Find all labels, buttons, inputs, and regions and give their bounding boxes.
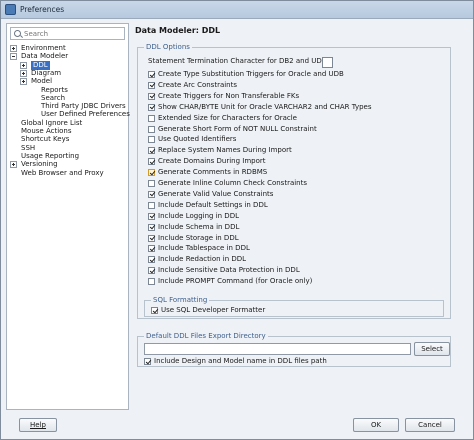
termination-char-row: Statement Termination Character for DB2 … xyxy=(148,57,333,68)
window-title: Preferences xyxy=(20,5,65,14)
sql-formatting-group: SQL Formatting Use SQL Developer Formatt… xyxy=(144,296,444,317)
ddl-option-label: Generate Short Form of NOT NULL Constrai… xyxy=(158,124,317,133)
ddl-option-label: Include Redaction in DDL xyxy=(158,255,247,264)
ddl-option-label: Include PROMPT Command (for Oracle only) xyxy=(158,277,313,286)
ddl-option-checkbox[interactable] xyxy=(148,245,155,253)
preferences-dialog: Preferences EnvironmentData ModelerDDLDi… xyxy=(0,0,474,440)
export-dir-input[interactable] xyxy=(144,343,411,355)
ddl-option-label: Include Logging in DDL xyxy=(158,211,239,220)
ddl-option-label: Include Schema in DDL xyxy=(158,222,240,231)
ddl-option-checkbox[interactable] xyxy=(148,125,155,133)
title-bar: Preferences xyxy=(1,1,473,19)
ddl-option-checkbox[interactable] xyxy=(148,212,155,220)
ddl-option-label: Create Arc Constraints xyxy=(158,80,238,89)
ok-button[interactable]: OK xyxy=(353,418,399,432)
ddl-option-checkbox[interactable] xyxy=(148,114,155,122)
expand-icon[interactable] xyxy=(20,78,27,86)
export-dir-group: Default DDL Files Export Directory Selec… xyxy=(137,332,451,367)
ddl-option-label: Create Domains During Import xyxy=(158,157,266,166)
termination-char-input[interactable] xyxy=(322,57,333,68)
ddl-option-label: Generate Inline Column Check Constraints xyxy=(158,179,308,187)
ddl-option-label: Extended Size for Characters for Oracle xyxy=(158,113,297,122)
page-title: Data Modeler: DDL xyxy=(135,26,221,35)
expand-icon[interactable] xyxy=(10,161,17,169)
ddl-option-checkbox[interactable] xyxy=(148,81,155,89)
ddl-option-checkbox[interactable] xyxy=(148,267,155,275)
ddl-option-checkbox[interactable] xyxy=(148,180,155,187)
ddl-option-label: Use Quoted Identifiers xyxy=(158,135,237,144)
ddl-option-checkbox[interactable] xyxy=(148,147,155,155)
ddl-option-checkbox[interactable] xyxy=(148,169,155,177)
ddl-option-label: Generate Comments in RDBMS xyxy=(158,168,268,177)
expand-icon[interactable] xyxy=(20,69,27,77)
ddl-options-group: DDL Options Statement Termination Charac… xyxy=(137,43,451,319)
tree-item-label: Web Browser and Proxy xyxy=(21,168,104,177)
expand-icon[interactable] xyxy=(20,61,27,69)
ddl-option-checkbox[interactable] xyxy=(148,92,155,100)
search-icon xyxy=(14,30,21,37)
include-design-model-label: Include Design and Model name in DDL fil… xyxy=(154,357,327,365)
ddl-option-checkbox[interactable] xyxy=(148,223,155,231)
ddl-option-checkbox[interactable] xyxy=(148,234,155,242)
expand-icon[interactable] xyxy=(10,45,17,52)
ddl-options-title: DDL Options xyxy=(144,43,192,52)
ddl-option-label: Replace System Names During Import xyxy=(158,146,292,155)
use-sql-dev-formatter-label: Use SQL Developer Formatter xyxy=(161,306,266,314)
ddl-option-label: Include Storage in DDL xyxy=(158,233,239,242)
help-label: Help xyxy=(30,421,46,429)
export-dir-title: Default DDL Files Export Directory xyxy=(144,332,268,341)
search-box[interactable] xyxy=(10,27,125,40)
search-input[interactable] xyxy=(24,28,122,39)
ddl-option-checkbox[interactable] xyxy=(148,201,155,209)
navigation-pane: EnvironmentData ModelerDDLDiagramModelRe… xyxy=(6,23,130,410)
ddl-option-label: Show CHAR/BYTE Unit for Oracle VARCHAR2 … xyxy=(158,102,372,111)
ddl-option-checkbox[interactable] xyxy=(148,190,155,198)
sql-formatting-title: SQL Formatting xyxy=(151,296,210,305)
ddl-option-checkbox[interactable] xyxy=(148,158,155,166)
ddl-option-label: Generate Valid Value Constraints xyxy=(158,189,274,198)
ddl-option-checkbox[interactable] xyxy=(148,136,155,144)
ddl-option-label: Create Triggers for Non Transferable FKs xyxy=(158,91,300,100)
ddl-option-checkbox[interactable] xyxy=(148,278,155,286)
ddl-option-label: Include Tablespace in DDL xyxy=(158,244,250,253)
ddl-option-checkbox[interactable] xyxy=(148,103,155,111)
app-icon xyxy=(5,4,16,15)
cancel-button[interactable]: Cancel xyxy=(405,418,455,432)
ddl-option-checkbox[interactable] xyxy=(148,256,155,264)
termination-char-label: Statement Termination Character for DB2 … xyxy=(148,57,329,65)
ddl-option-label: Include Default Settings in DDL xyxy=(158,200,268,209)
help-button[interactable]: Help xyxy=(19,418,57,432)
select-button[interactable]: Select xyxy=(414,342,450,356)
ddl-option-checkbox[interactable] xyxy=(148,71,155,78)
collapse-icon[interactable] xyxy=(10,53,17,61)
ddl-option-label: Create Type Substitution Triggers for Or… xyxy=(158,70,344,78)
include-design-model-checkbox[interactable] xyxy=(144,358,151,365)
settings-pane: Data Modeler: DDL DDL Options Statement … xyxy=(134,23,454,410)
ddl-option-label: Include Sensitive Data Protection in DDL xyxy=(158,266,300,275)
use-sql-dev-formatter-checkbox[interactable] xyxy=(151,307,158,314)
